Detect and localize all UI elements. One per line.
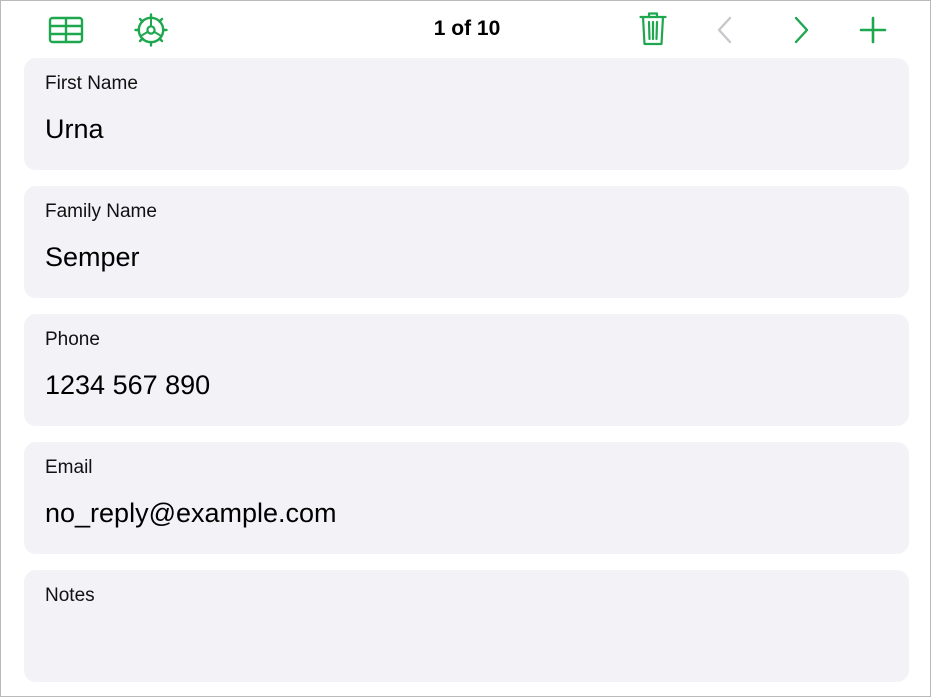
first-name-value[interactable]: Urna [45, 113, 104, 145]
chevron-right-icon[interactable] [787, 14, 815, 46]
chevron-left-icon[interactable] [711, 14, 739, 46]
record-counter: 1 of 10 [433, 17, 501, 40]
form-window: 1 of 10 First Name Urna Family Name Semp… [0, 0, 931, 697]
email-field[interactable]: Email no_reply@example.com [24, 442, 909, 554]
family-name-label: Family Name [45, 201, 157, 222]
notes-label: Notes [45, 585, 95, 606]
phone-value[interactable]: 1234 567 890 [45, 369, 210, 401]
gear-icon[interactable] [133, 12, 169, 48]
notes-field[interactable]: Notes [24, 570, 909, 682]
phone-field[interactable]: Phone 1234 567 890 [24, 314, 909, 426]
family-name-value[interactable]: Semper [45, 241, 140, 273]
table-view-icon[interactable] [47, 14, 85, 46]
plus-icon[interactable] [857, 14, 889, 46]
trash-icon[interactable] [637, 10, 669, 48]
phone-label: Phone [45, 329, 100, 350]
email-value[interactable]: no_reply@example.com [45, 497, 337, 529]
first-name-label: First Name [45, 73, 138, 94]
email-label: Email [45, 457, 93, 478]
first-name-field[interactable]: First Name Urna [24, 58, 909, 170]
toolbar: 1 of 10 [1, 1, 930, 57]
family-name-field[interactable]: Family Name Semper [24, 186, 909, 298]
